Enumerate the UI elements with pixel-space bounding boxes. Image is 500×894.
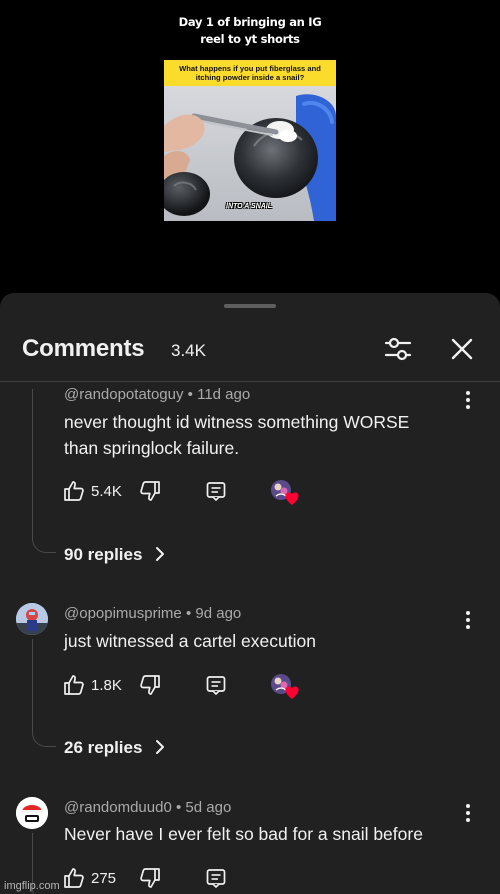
comment-more-button[interactable] [458, 802, 478, 824]
reel-caption: What happens if you put fiberglass and i… [164, 60, 336, 86]
replies-count: 26 replies [64, 738, 143, 757]
thumbs-down-icon[interactable] [138, 866, 162, 890]
drag-handle[interactable] [224, 304, 276, 308]
comment-age: 5d ago [185, 799, 232, 816]
snail-scene-image [164, 86, 336, 221]
meta-separator: • [175, 799, 182, 816]
comment-text: just witnessed a cartel execution [64, 628, 464, 654]
comment-age: 11d ago [197, 386, 251, 403]
more-vert-icon [466, 804, 470, 822]
thumbs-up-icon[interactable] [62, 866, 86, 890]
comment-actions: 1.8K [62, 673, 322, 699]
comment-actions: 5.4K [62, 479, 322, 505]
comment-meta: @opopimusprime • 9d ago [64, 605, 241, 622]
close-button[interactable] [446, 333, 478, 365]
reel-title-line1: Day 1 of bringing an IG [178, 15, 322, 29]
reply-thread-line [32, 639, 56, 747]
comment-text: never thought id witness something WORSE… [64, 409, 464, 461]
header-divider [0, 381, 500, 382]
chevron-right-icon [156, 740, 165, 754]
reel-thumbnail: What happens if you put fiberglass and i… [164, 60, 336, 221]
sort-filter-button[interactable] [382, 333, 414, 365]
comments-title: Comments [22, 335, 145, 362]
reply-thread-line [32, 389, 56, 553]
view-replies-link[interactable]: 26 replies [64, 738, 167, 758]
comment-text-line1: never thought id witness something WORSE [64, 412, 410, 432]
like-count: 1.8K [91, 677, 122, 694]
reply-comment-icon[interactable] [204, 866, 228, 890]
replies-count: 90 replies [64, 545, 143, 564]
more-vert-icon [466, 391, 470, 409]
reel-caption-line1: What happens if you put fiberglass and [179, 64, 321, 73]
avatar[interactable] [16, 797, 48, 829]
chevron-right-icon [156, 547, 165, 561]
reel-title-line2: reel to yt shorts [200, 32, 300, 46]
video-area[interactable]: Day 1 of bringing an IG reel to yt short… [0, 0, 500, 293]
comment-meta: @randopotatoguy • 11d ago [64, 386, 250, 403]
reply-comment-icon[interactable] [204, 479, 228, 503]
reel-title: Day 1 of bringing an IG reel to yt short… [164, 14, 336, 48]
like-count: 275 [91, 870, 117, 887]
sliders-icon [384, 337, 412, 361]
comment-author[interactable]: @randomduud0 [64, 799, 172, 816]
reel-caption-line2: itching powder inside a snail? [195, 73, 305, 82]
comment-meta: @randomduud0 • 5d ago [64, 799, 231, 816]
creator-heart-icon [271, 480, 299, 505]
avatar-image [16, 603, 48, 635]
comments-count: 3.4K [171, 341, 206, 360]
comment-text-line2: than springlock failure. [64, 438, 240, 458]
avatar[interactable] [16, 603, 48, 635]
thumbs-down-icon[interactable] [138, 479, 162, 503]
comment-more-button[interactable] [458, 609, 478, 631]
comment-author[interactable]: @opopimusprime [64, 605, 182, 622]
comments-sheet: Comments 3.4K @randopotatoguy • 11d ago … [0, 293, 500, 894]
comment-actions: 275 [62, 866, 322, 892]
comment-more-button[interactable] [458, 389, 478, 411]
reply-comment-icon[interactable] [204, 673, 228, 697]
comment-text-line1: just witnessed a cartel execution [64, 631, 316, 651]
watermark: imgflip.com [4, 880, 60, 892]
comment-text-line1: Never have I ever felt so bad for a snai… [64, 824, 423, 844]
comment-author[interactable]: @randopotatoguy [64, 386, 183, 403]
reel-subtitle: INTO A SNAIL [226, 203, 273, 210]
thumbs-down-icon[interactable] [138, 673, 162, 697]
comment-age: 9d ago [195, 605, 242, 622]
view-replies-link[interactable]: 90 replies [64, 545, 167, 565]
creator-heart-icon [271, 674, 299, 699]
comment-text: Never have I ever felt so bad for a snai… [64, 821, 474, 847]
close-icon [451, 338, 473, 360]
more-vert-icon [466, 611, 470, 629]
like-count: 5.4K [91, 483, 122, 500]
meta-separator: • [187, 386, 193, 403]
avatar-image [16, 797, 48, 829]
thumbs-up-icon[interactable] [62, 479, 86, 503]
thumbs-up-icon[interactable] [62, 673, 86, 697]
meta-separator: • [185, 605, 192, 622]
reel-preview[interactable]: Day 1 of bringing an IG reel to yt short… [164, 10, 336, 221]
